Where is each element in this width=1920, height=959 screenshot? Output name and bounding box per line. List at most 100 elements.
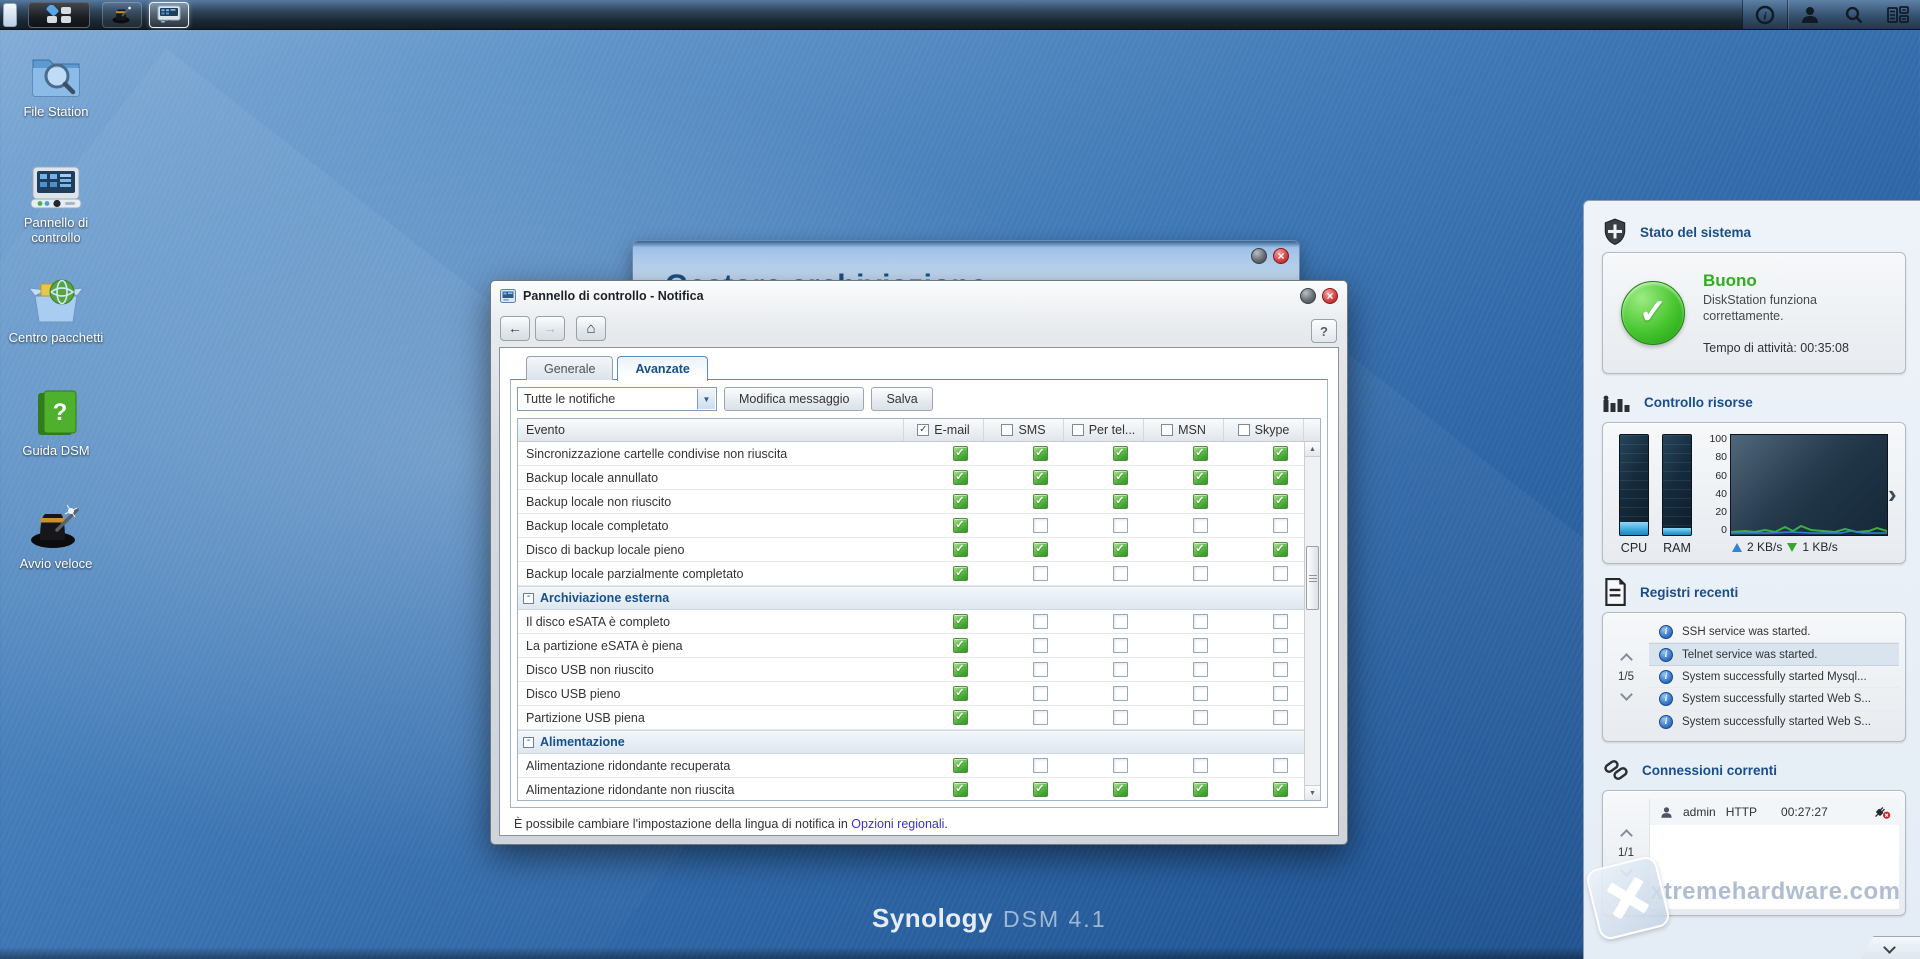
checkbox-checked[interactable] <box>1113 470 1128 485</box>
pager-down-icon[interactable] <box>1620 688 1633 701</box>
table-row[interactable]: Alimentazione ridondante recuperata <box>518 754 1320 778</box>
checkbox-unchecked[interactable] <box>1193 566 1208 581</box>
taskbar-item-quick-start[interactable] <box>102 2 142 28</box>
minimize-button[interactable] <box>1251 248 1267 264</box>
back-button[interactable]: ← <box>500 316 530 341</box>
taskbar-item-control-panel[interactable] <box>149 2 189 28</box>
collapse-section-icon[interactable] <box>523 593 534 604</box>
channel-header-checkbox[interactable] <box>917 424 929 436</box>
pager-up-icon[interactable] <box>1620 829 1633 842</box>
close-button[interactable] <box>1322 288 1338 304</box>
checkbox-checked[interactable] <box>1193 446 1208 461</box>
checkbox-checked[interactable] <box>1273 542 1288 557</box>
regional-options-link[interactable]: Opzioni regionali <box>851 817 944 831</box>
minimize-button[interactable] <box>1300 288 1316 304</box>
table-row[interactable]: Disco USB pieno <box>518 682 1320 706</box>
checkbox-checked[interactable] <box>953 758 968 773</box>
checkbox-checked[interactable] <box>1033 782 1048 797</box>
checkbox-checked[interactable] <box>953 662 968 677</box>
table-row[interactable]: Backup locale non riuscito <box>518 490 1320 514</box>
checkbox-checked[interactable] <box>1113 494 1128 509</box>
collapse-section-icon[interactable] <box>523 737 534 748</box>
checkbox-unchecked[interactable] <box>1273 614 1288 629</box>
checkbox-checked[interactable] <box>1193 470 1208 485</box>
search-button[interactable] <box>1832 0 1876 29</box>
table-row[interactable]: Partizione USB piena <box>518 706 1320 730</box>
system-health-button[interactable]: i <box>1743 0 1787 29</box>
checkbox-checked[interactable] <box>953 446 968 461</box>
checkbox-unchecked[interactable] <box>1193 662 1208 677</box>
checkbox-checked[interactable] <box>953 614 968 629</box>
checkbox-checked[interactable] <box>1033 494 1048 509</box>
desktop-icon-dsm-help[interactable]: ? Guida DSM <box>8 389 104 489</box>
main-menu-button[interactable] <box>28 2 90 28</box>
checkbox-checked[interactable] <box>1033 470 1048 485</box>
checkbox-unchecked[interactable] <box>1193 710 1208 725</box>
checkbox-unchecked[interactable] <box>1273 566 1288 581</box>
forward-button[interactable]: → <box>535 316 565 341</box>
table-row[interactable]: Disco USB non riuscito <box>518 658 1320 682</box>
checkbox-unchecked[interactable] <box>1033 710 1048 725</box>
help-button[interactable]: ? <box>1311 319 1337 343</box>
checkbox-checked[interactable] <box>1273 470 1288 485</box>
user-menu-button[interactable] <box>1788 0 1832 29</box>
checkbox-unchecked[interactable] <box>1113 614 1128 629</box>
checkbox-unchecked[interactable] <box>1193 758 1208 773</box>
checkbox-unchecked[interactable] <box>1193 518 1208 533</box>
checkbox-unchecked[interactable] <box>1033 638 1048 653</box>
table-row[interactable]: Il disco eSATA è completo <box>518 610 1320 634</box>
desktop-icon-quick-start[interactable]: Avvio veloce <box>8 502 104 602</box>
checkbox-checked[interactable] <box>953 542 968 557</box>
checkbox-checked[interactable] <box>1273 446 1288 461</box>
table-row[interactable]: La partizione eSATA è piena <box>518 634 1320 658</box>
close-button[interactable] <box>1273 248 1289 264</box>
channel-header-checkbox[interactable] <box>1001 424 1013 436</box>
table-row[interactable]: Backup locale completato <box>518 514 1320 538</box>
checkbox-unchecked[interactable] <box>1273 758 1288 773</box>
desktop-icon-file-station[interactable]: File Station <box>8 50 104 150</box>
channel-header-checkbox[interactable] <box>1238 424 1250 436</box>
checkbox-checked[interactable] <box>1193 782 1208 797</box>
table-row[interactable]: Alimentazione ridondante non riuscita <box>518 778 1320 800</box>
scrollbar-thumb[interactable] <box>1306 546 1319 610</box>
checkbox-checked[interactable] <box>1273 494 1288 509</box>
checkbox-unchecked[interactable] <box>1113 686 1128 701</box>
table-row[interactable]: Disco di backup locale pieno <box>518 538 1320 562</box>
checkbox-checked[interactable] <box>953 710 968 725</box>
checkbox-unchecked[interactable] <box>1033 758 1048 773</box>
scroll-up-arrow[interactable]: ▲ <box>1305 442 1320 457</box>
checkbox-unchecked[interactable] <box>1113 518 1128 533</box>
checkbox-unchecked[interactable] <box>1273 518 1288 533</box>
connection-row[interactable]: admin HTTP 00:27:27 <box>1650 799 1899 825</box>
checkbox-unchecked[interactable] <box>1273 662 1288 677</box>
checkbox-checked[interactable] <box>1113 542 1128 557</box>
checkbox-checked[interactable] <box>1193 494 1208 509</box>
table-scrollbar[interactable]: ▲ ▼ <box>1304 442 1320 800</box>
checkbox-checked[interactable] <box>1113 446 1128 461</box>
checkbox-checked[interactable] <box>953 470 968 485</box>
checkbox-unchecked[interactable] <box>1273 638 1288 653</box>
window-titlebar[interactable]: Pannello di controllo - Notifica <box>491 281 1347 311</box>
checkbox-unchecked[interactable] <box>1033 686 1048 701</box>
checkbox-checked[interactable] <box>953 686 968 701</box>
checkbox-unchecked[interactable] <box>1033 566 1048 581</box>
save-button[interactable]: Salva <box>871 387 932 411</box>
checkbox-unchecked[interactable] <box>1113 566 1128 581</box>
checkbox-checked[interactable] <box>1033 542 1048 557</box>
checkbox-unchecked[interactable] <box>1193 686 1208 701</box>
tab-general[interactable]: Generale <box>526 356 613 380</box>
home-button[interactable]: ⌂ <box>576 316 606 341</box>
checkbox-checked[interactable] <box>1273 782 1288 797</box>
checkbox-unchecked[interactable] <box>1193 638 1208 653</box>
disconnect-icon[interactable] <box>1873 804 1891 820</box>
checkbox-unchecked[interactable] <box>1193 614 1208 629</box>
channel-header-checkbox[interactable] <box>1072 424 1084 436</box>
pager-down-icon[interactable] <box>1620 864 1633 877</box>
checkbox-checked[interactable] <box>1193 542 1208 557</box>
checkbox-checked[interactable] <box>953 518 968 533</box>
table-row[interactable]: Backup locale parzialmente completato <box>518 562 1320 586</box>
checkbox-checked[interactable] <box>953 494 968 509</box>
scroll-down-arrow[interactable]: ▼ <box>1305 785 1320 800</box>
checkbox-checked[interactable] <box>953 638 968 653</box>
checkbox-unchecked[interactable] <box>1113 638 1128 653</box>
